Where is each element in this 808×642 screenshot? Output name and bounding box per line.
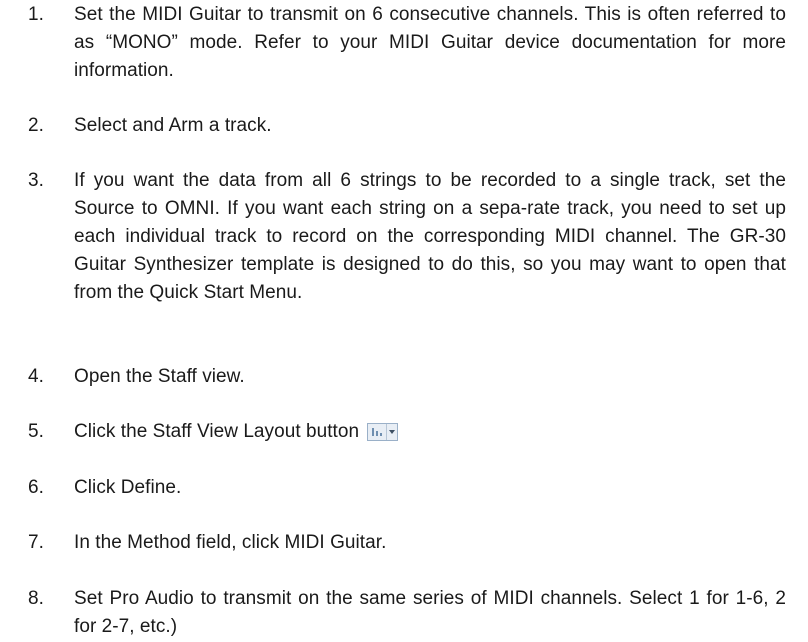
- step-number: 2.: [28, 115, 44, 136]
- step-text: Select and Arm a track.: [74, 115, 272, 136]
- step-number: 7.: [28, 532, 44, 553]
- staff-view-layout-button[interactable]: [367, 423, 399, 441]
- dropdown-arrow-icon: [387, 424, 397, 440]
- step-text: Click Define.: [74, 477, 182, 498]
- document-page: 1. Set the MIDI Guitar to transmit on 6 …: [0, 0, 808, 642]
- step-text: In the Method field, click MIDI Guitar.: [74, 532, 387, 553]
- step-number: 6.: [28, 477, 44, 498]
- step-text: Set the MIDI Guitar to transmit on 6 con…: [74, 4, 786, 81]
- step-text: Set Pro Audio to transmit on the same se…: [74, 588, 786, 637]
- step-text-container: Click the Staff View Layout button: [74, 418, 786, 446]
- step-number: 1.: [28, 4, 44, 25]
- step-text: Click the Staff View Layout button: [74, 421, 360, 442]
- step-number: 8.: [28, 588, 44, 609]
- step-text: Open the Staff view.: [74, 366, 245, 387]
- step-text: If you want the data from all 6 strings …: [74, 170, 786, 303]
- staff-layout-icon: [368, 424, 388, 440]
- step-number: 5.: [28, 421, 44, 442]
- step-number: 4.: [28, 366, 44, 387]
- step-number: 3.: [28, 170, 44, 191]
